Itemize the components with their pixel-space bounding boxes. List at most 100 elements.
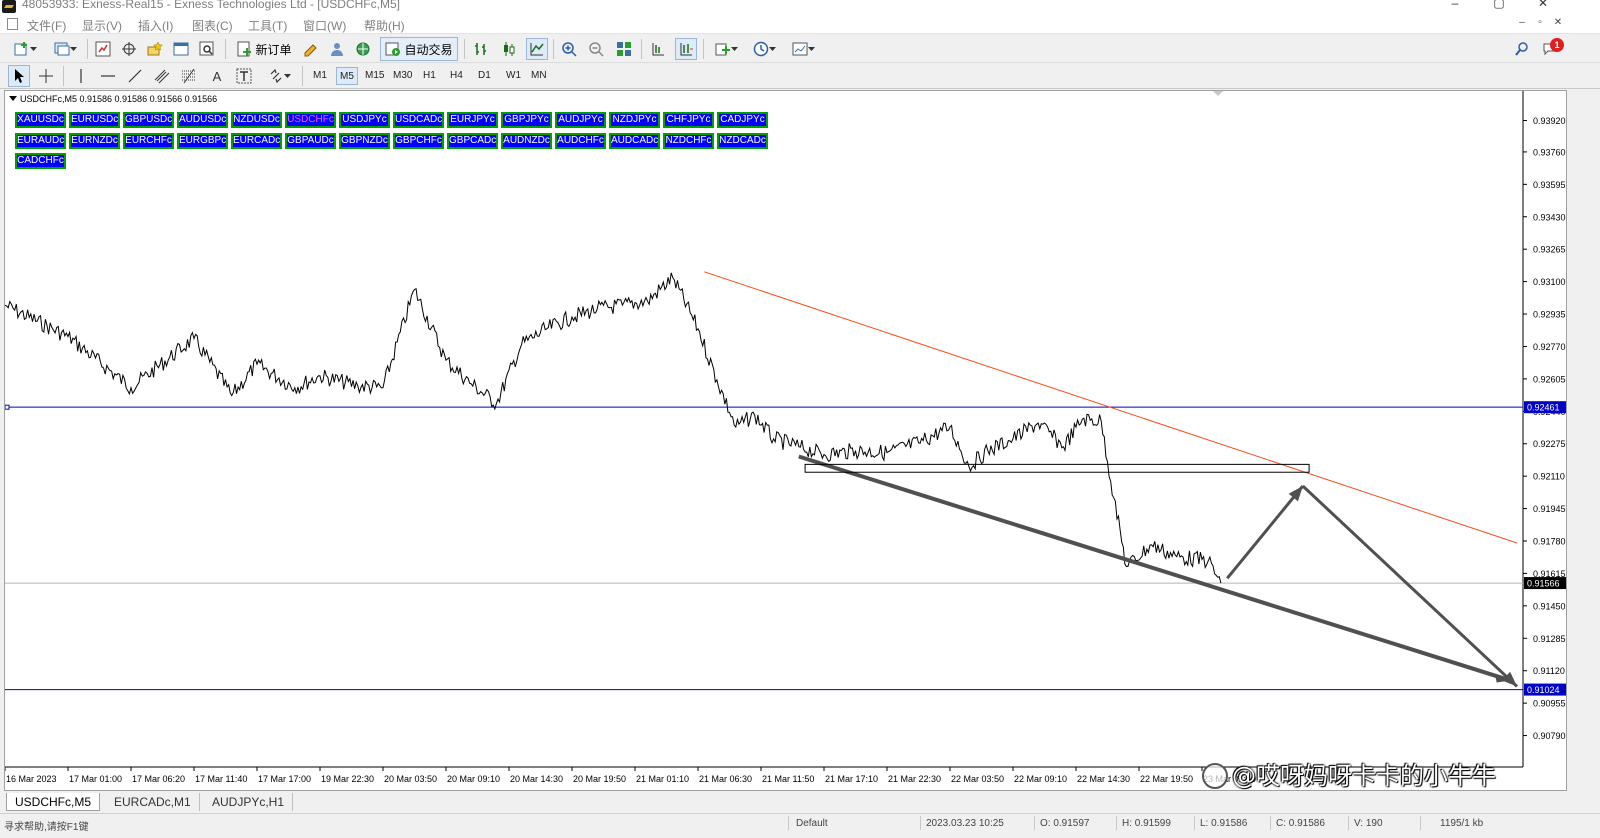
- notifications-button[interactable]: 1: [1538, 38, 1564, 60]
- symbol-button-usdcadc[interactable]: USDCADc: [393, 112, 444, 128]
- strategy-tester-button[interactable]: [196, 38, 218, 60]
- zoom-in-button[interactable]: [558, 38, 580, 60]
- chart-window[interactable]: 0.93920 0.93760 0.93595 0.93430 0.93265 0.931…: [4, 90, 1567, 791]
- symbol-button-gbpcadc[interactable]: GBPCADc: [447, 132, 498, 149]
- symbol-button-euraudc[interactable]: EURAUDc: [15, 132, 66, 149]
- symbol-button-eurchfc[interactable]: EURCHFc: [123, 132, 174, 149]
- metaeditor-button[interactable]: [300, 38, 322, 60]
- symbol-button-cadjpyc[interactable]: CADJPYc: [717, 112, 768, 128]
- timeframe-m15-button[interactable]: M15: [362, 67, 387, 85]
- tile-windows-icon: [617, 42, 631, 56]
- symbol-button-nzdjpyc[interactable]: NZDJPYc: [609, 112, 660, 128]
- symbol-button-gbpchfc[interactable]: GBPCHFc: [393, 132, 444, 149]
- price-chart[interactable]: 0.93920 0.93760 0.93595 0.93430 0.93265 0.931…: [5, 91, 1568, 792]
- periods-button[interactable]: [747, 38, 781, 60]
- new-order-button[interactable]: 新订单: [232, 38, 296, 60]
- auto-trading-button[interactable]: 自动交易: [380, 37, 458, 61]
- text-tool-button[interactable]: A: [206, 65, 228, 87]
- search-button[interactable]: [1512, 38, 1532, 60]
- symbol-button-nzdusdc[interactable]: NZDUSDc: [231, 112, 282, 128]
- menu-charts[interactable]: 图表(C): [192, 17, 233, 34]
- timeframe-m30-button[interactable]: M30: [390, 67, 415, 85]
- status-profile[interactable]: Default: [796, 818, 828, 829]
- equidistant-channel-tool-button[interactable]: [151, 65, 173, 87]
- indicators-button[interactable]: [709, 38, 743, 60]
- symbol-button-usdjpyc[interactable]: USDJPYc: [339, 112, 390, 128]
- tab-usdchfc-m5[interactable]: USDCHFc,M5: [6, 793, 101, 811]
- symbol-button-audchfc[interactable]: AUDCHFc: [555, 132, 606, 149]
- line-chart-button[interactable]: [526, 38, 548, 60]
- timeframe-m1-button[interactable]: M1: [310, 67, 330, 85]
- horizontal-line-tool-button[interactable]: [97, 65, 119, 87]
- text-label-tool-button[interactable]: [233, 65, 255, 87]
- symbol-button-eurcadc[interactable]: EURCADc: [231, 132, 282, 149]
- symbol-button-audcadc[interactable]: AUDCADc: [609, 132, 660, 149]
- collapse-triangle-icon[interactable]: [9, 96, 17, 101]
- symbol-button-eurnzdc[interactable]: EURNZDc: [69, 132, 120, 149]
- dropdown-arrow-icon: [283, 73, 291, 78]
- symbol-button-gbpnzdc[interactable]: GBPNZDc: [339, 132, 390, 149]
- timeframe-m5-button[interactable]: M5: [336, 67, 358, 85]
- tile-windows-button[interactable]: [613, 38, 635, 60]
- bar-chart-icon: [475, 43, 486, 55]
- templates-button[interactable]: [786, 38, 820, 60]
- menu-help[interactable]: 帮助(H): [364, 17, 405, 34]
- menu-view[interactable]: 显示(V): [82, 17, 122, 34]
- symbol-button-eurgbpc[interactable]: EURGBPc: [177, 132, 228, 149]
- profiles-button[interactable]: [48, 38, 82, 60]
- mdi-minimize-button[interactable]: –: [1515, 16, 1529, 30]
- status-traffic[interactable]: 1195/1 kb: [1440, 818, 1483, 829]
- symbol-button-chfjpyc[interactable]: CHFJPYc: [663, 112, 714, 128]
- timeframe-mn-button[interactable]: MN: [528, 67, 550, 85]
- symbol-button-audusdc[interactable]: AUDUSDc: [177, 112, 228, 128]
- chart-symbol-header: USDCHFc,M5 0.91586 0.91586 0.91566 0.915…: [9, 94, 217, 104]
- symbol-button-gbpjpyc[interactable]: GBPJPYc: [501, 112, 552, 128]
- terminal-button[interactable]: [170, 38, 192, 60]
- symbol-button-nzdchfc[interactable]: NZDCHFc: [663, 132, 714, 149]
- timeframe-h1-button[interactable]: H1: [420, 67, 439, 85]
- symbol-button-eurjpyc[interactable]: EURJPYc: [447, 112, 498, 128]
- maximize-button[interactable]: ▢: [1476, 0, 1522, 12]
- mdi-restore-button[interactable]: ▫: [1533, 16, 1547, 30]
- vertical-line-tool-button[interactable]: [70, 65, 92, 87]
- fibonacci-tool-button[interactable]: [178, 65, 200, 87]
- menu-file[interactable]: 文件(F): [27, 17, 66, 34]
- zoom-out-button[interactable]: [585, 38, 607, 60]
- timeframe-w1-button[interactable]: W1: [503, 67, 524, 85]
- arrows-tool-button[interactable]: [262, 65, 296, 87]
- symbol-button-gbpaudc[interactable]: GBPAUDc: [285, 132, 336, 149]
- vps-button[interactable]: [352, 38, 374, 60]
- status-close: C: 0.91586: [1276, 818, 1325, 829]
- menu-insert[interactable]: 插入(I): [138, 17, 173, 34]
- symbol-button-cadchfc[interactable]: CADCHFc: [15, 153, 66, 169]
- close-button[interactable]: ✕: [1520, 0, 1566, 12]
- menu-tools[interactable]: 工具(T): [248, 17, 287, 34]
- cursor-tool-button[interactable]: [8, 65, 30, 87]
- chart-shift-button[interactable]: [647, 38, 669, 60]
- candlestick-button[interactable]: [498, 38, 520, 60]
- symbol-button-usdchfc[interactable]: USDCHFc: [285, 112, 336, 128]
- mdi-close-button[interactable]: ✕: [1551, 16, 1565, 30]
- tab-eurcadc-m1[interactable]: EURCADc,M1: [106, 793, 200, 811]
- timeframe-d1-button[interactable]: D1: [475, 67, 494, 85]
- navigator-button[interactable]: [144, 38, 166, 60]
- symbol-button-gbpusdc[interactable]: GBPUSDc: [123, 112, 174, 128]
- chart-shift-marker[interactable]: [1213, 91, 1223, 96]
- menu-window[interactable]: 窗口(W): [303, 17, 346, 34]
- auto-scroll-button[interactable]: [675, 38, 697, 60]
- symbol-button-audjpyc[interactable]: AUDJPYc: [555, 112, 606, 128]
- symbol-button-eurusdc[interactable]: EURUSDc: [69, 112, 120, 128]
- trendline-tool-button[interactable]: [124, 65, 146, 87]
- new-chart-button[interactable]: [8, 38, 42, 60]
- timeframe-h4-button[interactable]: H4: [447, 67, 466, 85]
- symbol-button-xauusdc[interactable]: XAUUSDc: [15, 112, 66, 128]
- symbol-button-audnzdc[interactable]: AUDNZDc: [501, 132, 552, 149]
- market-watch-button[interactable]: [92, 38, 114, 60]
- data-window-button[interactable]: [118, 38, 140, 60]
- tab-audjpyc-h1[interactable]: AUDJPYc,H1: [204, 793, 294, 811]
- minimize-button[interactable]: –: [1432, 0, 1478, 12]
- symbol-button-nzdcadc[interactable]: NZDCADc: [717, 132, 768, 149]
- signals-button[interactable]: [326, 38, 348, 60]
- bar-chart-button[interactable]: [470, 38, 492, 60]
- crosshair-tool-button[interactable]: [35, 65, 57, 87]
